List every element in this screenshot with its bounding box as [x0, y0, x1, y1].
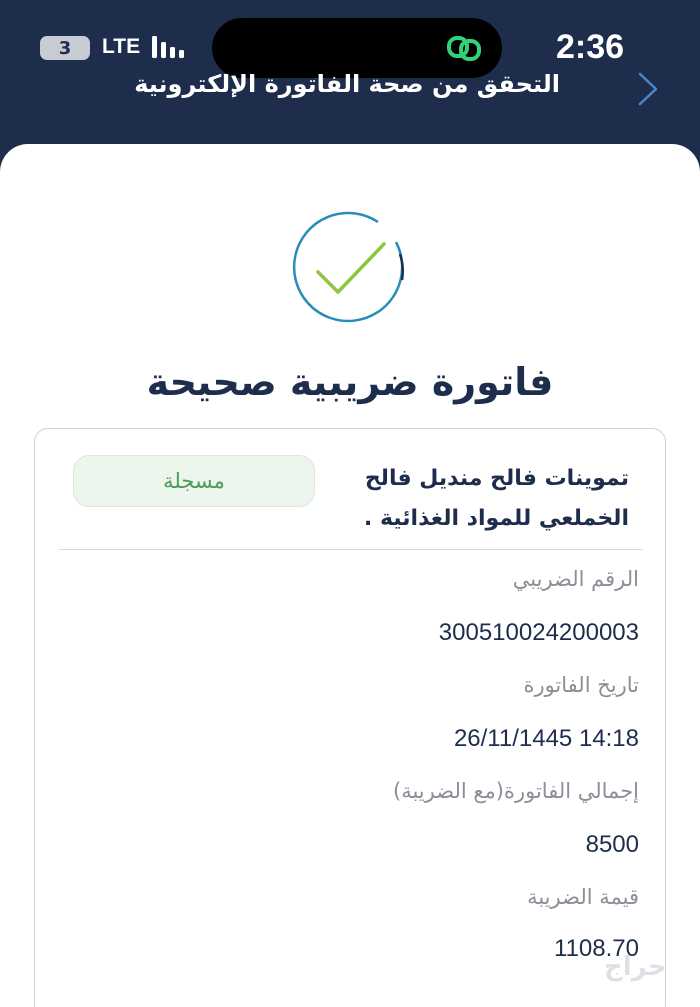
sim-badge: 3 [40, 36, 90, 60]
tax-number-label: الرقم الضريبي [512, 567, 639, 591]
invoice-card: تموينات فالح منديل فالح الخملعي للمواد ا… [34, 428, 666, 1007]
divider [59, 549, 643, 550]
tax-amount-label: قيمة الضريبة [527, 885, 639, 909]
invoice-date-value: 26/11/1445 14:18 [453, 725, 639, 752]
status-bar: 3 LTE 2:36 [0, 0, 700, 78]
status-clock: 2:36 [556, 28, 625, 66]
dynamic-island [212, 18, 502, 78]
check-circle-icon [292, 211, 404, 323]
status-badge: مسجلة [73, 455, 315, 507]
invoice-total-value: 8500 [585, 831, 639, 858]
signal-bars-icon [152, 36, 184, 58]
link-icon [447, 36, 481, 61]
network-label: LTE [102, 35, 141, 58]
invoice-total-label: إجمالي الفاتورة(مع الضريبة) [393, 779, 639, 803]
vendor-name: تموينات فالح منديل فالح الخملعي للمواد ا… [363, 466, 629, 531]
tax-number-value: 300510024200003 [438, 619, 639, 646]
chevron-icon[interactable] [630, 70, 664, 108]
page-title: التحقق من صحة الفاتورة الإلكترونية [134, 70, 560, 98]
watermark-logo: حراج [604, 952, 667, 982]
result-title: فاتورة ضريبية صحيحة [146, 360, 554, 404]
invoice-date-label: تاريخ الفاتورة [523, 673, 639, 697]
